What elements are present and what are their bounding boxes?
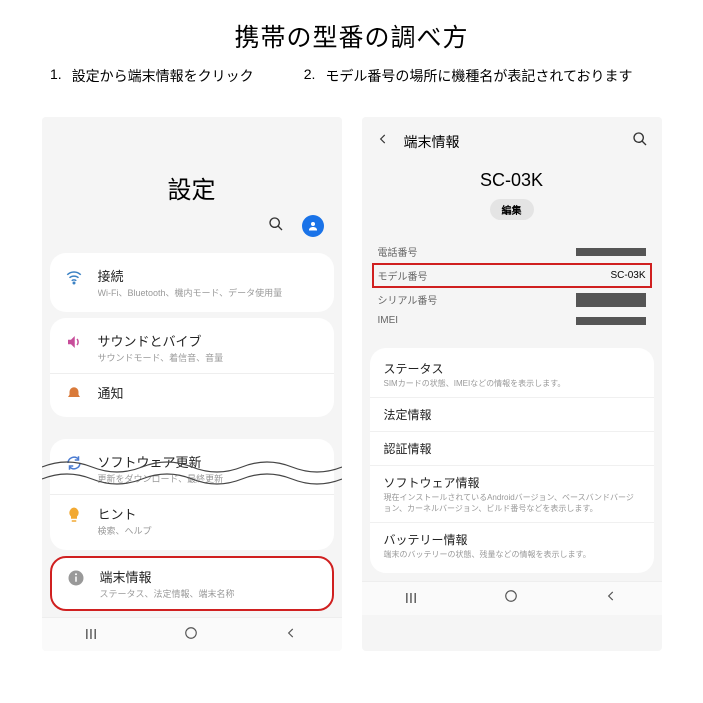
section-sub: 端末のバッテリーの状態、残量などの情報を表示します。	[384, 550, 640, 560]
model-block: SC-03K 編集	[362, 166, 662, 234]
nav-home-icon[interactable]	[184, 626, 198, 644]
step-number: 2.	[304, 66, 316, 82]
settings-card-2: サウンドとバイブ サウンドモード、着信音、音量 通知	[50, 318, 334, 417]
section-legal[interactable]: 法定情報	[370, 397, 654, 431]
info-label: 電話番号	[378, 244, 418, 259]
nav-bar: III	[362, 581, 662, 615]
row-imei[interactable]: IMEI	[376, 311, 648, 330]
section-cert[interactable]: 認証情報	[370, 431, 654, 465]
bell-icon	[64, 384, 84, 404]
section-battery[interactable]: バッテリー情報 端末のバッテリーの状態、残量などの情報を表示します。	[370, 522, 654, 568]
row-serial[interactable]: シリアル番号	[376, 288, 648, 311]
nav-recent-icon[interactable]: III	[85, 626, 98, 643]
device-header: 端末情報	[362, 117, 662, 166]
step-text: 設定から端末情報をクリック	[72, 66, 254, 87]
item-sub: ステータス、法定情報、端末名称	[100, 587, 318, 600]
phones-row: 設定 接続 Wi-Fi、Bluetooth、機内モード、データ使用量	[0, 117, 703, 651]
info-rows: 電話番号 モデル番号 SC-03K シリアル番号 IMEI	[362, 234, 662, 340]
section-title: 法定情報	[384, 406, 640, 423]
item-title: 接続	[98, 266, 320, 285]
sound-icon	[64, 332, 84, 352]
edit-button[interactable]: 編集	[490, 199, 534, 220]
model-name: SC-03K	[362, 170, 662, 191]
update-icon	[64, 453, 84, 473]
lightbulb-icon	[64, 505, 84, 525]
item-title: サウンドとバイブ	[98, 331, 320, 350]
sections-card: ステータス SIMカードの状態、IMEIなどの情報を表示します。 法定情報 認証…	[370, 348, 654, 573]
item-title: 通知	[98, 383, 320, 402]
info-label: シリアル番号	[378, 292, 438, 307]
info-label: IMEI	[378, 315, 399, 326]
section-status[interactable]: ステータス SIMカードの状態、IMEIなどの情報を表示します。	[370, 352, 654, 397]
page-title: 携帯の型番の調べ方	[0, 0, 703, 66]
step-2: 2. モデル番号の場所に機種名が表記されております	[304, 66, 633, 87]
redacted-value	[576, 248, 646, 256]
nav-back-icon[interactable]	[284, 626, 298, 644]
section-title: バッテリー情報	[384, 531, 640, 548]
section-sub: 現在インストールされているAndroidバージョン、ベースバンドバージョン、カー…	[384, 493, 640, 514]
settings-header: 設定	[42, 117, 342, 247]
item-sub: Wi-Fi、Bluetooth、機内モード、データ使用量	[98, 286, 320, 299]
settings-item-software-update[interactable]: ソフトウェア更新 更新をダウンロード、最終更新	[50, 443, 334, 494]
item-sub: 更新をダウンロード、最終更新	[98, 472, 320, 485]
nav-bar: III	[42, 617, 342, 651]
settings-item-notifications[interactable]: 通知	[50, 373, 334, 413]
settings-card-3: ソフトウェア更新 更新をダウンロード、最終更新 ヒント 検索、ヘルプ	[50, 439, 334, 550]
section-title: ステータス	[384, 360, 640, 377]
nav-recent-icon[interactable]: III	[405, 590, 418, 607]
section-title: ソフトウェア情報	[384, 474, 640, 491]
row-phone-number[interactable]: 電話番号	[376, 240, 648, 263]
redacted-value	[576, 293, 646, 307]
item-title: ソフトウェア更新	[98, 452, 320, 471]
settings-item-sound[interactable]: サウンドとバイブ サウンドモード、着信音、音量	[50, 322, 334, 373]
search-icon[interactable]	[268, 216, 284, 237]
info-icon	[66, 568, 86, 588]
section-title: 認証情報	[384, 440, 640, 457]
section-software[interactable]: ソフトウェア情報 現在インストールされているAndroidバージョン、ベースバン…	[370, 465, 654, 522]
nav-back-icon[interactable]	[604, 589, 618, 607]
info-label: モデル番号	[378, 268, 428, 283]
phone-device-info: 端末情報 SC-03K 編集 電話番号 モデル番号 SC-03K シリアル番号	[362, 117, 662, 651]
settings-card-1: 接続 Wi-Fi、Bluetooth、機内モード、データ使用量	[50, 253, 334, 312]
settings-item-device-info[interactable]: 端末情報 ステータス、法定情報、端末名称	[50, 556, 334, 611]
step-number: 1.	[50, 66, 62, 82]
settings-item-connections[interactable]: 接続 Wi-Fi、Bluetooth、機内モード、データ使用量	[50, 257, 334, 308]
item-title: 端末情報	[100, 567, 318, 586]
search-icon[interactable]	[632, 131, 648, 152]
steps-row: 1. 設定から端末情報をクリック 2. モデル番号の場所に機種名が表記されており…	[0, 66, 703, 87]
account-avatar-icon[interactable]	[302, 215, 324, 237]
info-value: SC-03K	[610, 270, 645, 281]
back-icon[interactable]	[376, 132, 390, 151]
item-title: ヒント	[98, 504, 320, 523]
section-sub: SIMカードの状態、IMEIなどの情報を表示します。	[384, 379, 640, 389]
settings-title: 設定	[168, 170, 216, 205]
device-header-title: 端末情報	[404, 132, 632, 152]
step-text: モデル番号の場所に機種名が表記されております	[325, 66, 632, 87]
item-sub: 検索、ヘルプ	[98, 524, 320, 537]
row-model-number[interactable]: モデル番号 SC-03K	[372, 263, 652, 288]
redacted-value	[576, 317, 646, 325]
item-sub: サウンドモード、着信音、音量	[98, 351, 320, 364]
phone-settings: 設定 接続 Wi-Fi、Bluetooth、機内モード、データ使用量	[42, 117, 342, 651]
wifi-icon	[64, 267, 84, 287]
step-1: 1. 設定から端末情報をクリック	[50, 66, 254, 87]
settings-item-tips[interactable]: ヒント 検索、ヘルプ	[50, 494, 334, 546]
nav-home-icon[interactable]	[504, 589, 518, 607]
